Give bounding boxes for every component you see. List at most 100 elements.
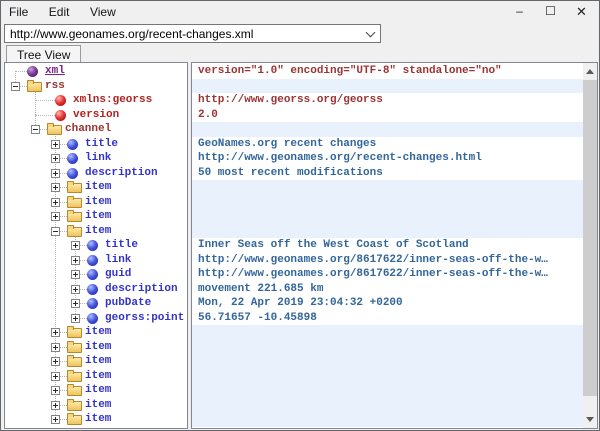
tree-node-label[interactable]: xmlns:georss [73, 93, 152, 108]
expand-toggle-icon[interactable] [51, 212, 60, 221]
tree-node-label[interactable]: channel [65, 122, 111, 137]
folder-icon [67, 198, 82, 208]
attribute-ball-icon [55, 110, 66, 121]
value-row [192, 209, 583, 224]
element-ball-icon [87, 255, 98, 266]
tree-node-label[interactable]: pubDate [105, 296, 151, 311]
expand-toggle-icon[interactable] [51, 357, 60, 366]
expand-toggle-icon[interactable] [51, 154, 60, 163]
tree-node-label[interactable]: description [85, 166, 158, 181]
tree-node-label[interactable]: item [85, 383, 111, 398]
value-row [192, 79, 583, 94]
value-row [192, 180, 583, 195]
value-row [192, 122, 583, 137]
value-row [192, 224, 583, 239]
tree-node-label[interactable]: description [105, 282, 178, 297]
expand-toggle-icon[interactable] [71, 299, 80, 308]
close-icon[interactable]: ✕ [566, 1, 597, 23]
menu-file[interactable]: File [1, 1, 36, 22]
tree-node-label[interactable]: item [85, 224, 111, 239]
scroll-up-button[interactable] [583, 63, 597, 80]
app-window: File Edit View – ☐ ✕ Tree View xmlrssxml… [0, 0, 600, 431]
folder-icon [67, 372, 82, 382]
expand-toggle-icon[interactable] [71, 241, 80, 250]
expand-toggle-icon[interactable] [51, 415, 60, 424]
element-ball-icon [87, 298, 98, 309]
value-row: version="1.0" encoding="UTF-8" standalon… [192, 64, 583, 79]
tree-node-label[interactable]: item [85, 180, 111, 195]
value-row: 56.71657 -10.45898 [192, 311, 583, 326]
value-row [192, 354, 583, 369]
arrow-up-icon [586, 69, 594, 74]
folder-icon [47, 125, 62, 135]
expand-toggle-icon[interactable] [51, 386, 60, 395]
expand-toggle-icon[interactable] [71, 256, 80, 265]
value-row [192, 325, 583, 340]
url-input[interactable] [7, 25, 358, 42]
value-row: 2.0 [192, 108, 583, 123]
vertical-scrollbar[interactable] [583, 63, 597, 428]
tree-panel: xmlrssxmlns:georssversionchanneltitlelin… [4, 62, 188, 429]
value-row: movement 221.685 km [192, 282, 583, 297]
tree-node-label[interactable]: item [85, 398, 111, 413]
maximize-icon[interactable]: ☐ [535, 1, 566, 23]
expand-toggle-icon[interactable] [51, 198, 60, 207]
chevron-down-icon[interactable] [366, 28, 376, 38]
tree-guide-line [35, 100, 57, 102]
tree-guide-line [35, 86, 37, 130]
tree-node-label[interactable]: item [85, 209, 111, 224]
value-row [192, 383, 583, 398]
value-row: http://www.georss.org/georss [192, 93, 583, 108]
url-combobox[interactable] [4, 24, 381, 43]
tree-node-label[interactable]: title [105, 238, 138, 253]
collapse-toggle-icon[interactable] [11, 82, 20, 91]
tree-node-label[interactable]: title [85, 137, 118, 152]
tree-node-label[interactable]: link [85, 151, 111, 166]
tree-node-label[interactable]: rss [45, 79, 65, 94]
expand-toggle-icon[interactable] [71, 314, 80, 323]
folder-icon [27, 82, 42, 92]
tree-node-label[interactable]: guid [105, 267, 131, 282]
window-controls: – ☐ ✕ [504, 1, 597, 24]
expand-toggle-icon[interactable] [51, 169, 60, 178]
expand-toggle-icon[interactable] [51, 328, 60, 337]
minimize-icon[interactable]: – [504, 1, 535, 23]
folder-icon [67, 415, 82, 425]
value-row: http://www.geonames.org/8617622/inner-se… [192, 253, 583, 268]
expand-toggle-icon[interactable] [51, 183, 60, 192]
arrow-down-icon [586, 417, 594, 422]
scroll-down-button[interactable] [583, 411, 597, 428]
tree-node-label[interactable]: item [85, 340, 111, 355]
element-ball-icon [87, 240, 98, 251]
expand-toggle-icon[interactable] [71, 285, 80, 294]
element-ball-icon [67, 139, 78, 150]
menu-edit[interactable]: Edit [41, 1, 78, 22]
expand-toggle-icon[interactable] [51, 140, 60, 149]
tree-node-label[interactable]: item [85, 354, 111, 369]
folder-icon [67, 212, 82, 222]
collapse-toggle-icon[interactable] [31, 125, 40, 134]
tree-node-label[interactable]: item [85, 195, 111, 210]
element-ball-icon [87, 284, 98, 295]
expand-toggle-icon[interactable] [51, 401, 60, 410]
tree-node-label[interactable]: version [73, 108, 119, 123]
expand-toggle-icon[interactable] [51, 372, 60, 381]
tab-tree-view[interactable]: Tree View [6, 45, 81, 62]
scrollbar-thumb[interactable] [583, 80, 597, 396]
folder-icon [67, 183, 82, 193]
value-row: Inner Seas off the West Coast of Scotlan… [192, 238, 583, 253]
expand-toggle-icon[interactable] [71, 270, 80, 279]
value-row: http://www.geonames.org/8617622/inner-se… [192, 267, 583, 282]
value-row [192, 398, 583, 413]
tree-node-label[interactable]: item [85, 412, 111, 427]
tree-node-label[interactable]: item [85, 325, 111, 340]
collapse-toggle-icon[interactable] [51, 227, 60, 236]
tree-node-label[interactable]: link [105, 253, 131, 268]
attribute-ball-icon [55, 95, 66, 106]
tree-guide-line [35, 115, 57, 117]
menu-view[interactable]: View [82, 1, 124, 22]
tree-node-label[interactable]: item [85, 369, 111, 384]
tree-node-label[interactable]: xml [45, 64, 65, 79]
tree-node-label[interactable]: georss:point [105, 311, 184, 326]
expand-toggle-icon[interactable] [51, 343, 60, 352]
